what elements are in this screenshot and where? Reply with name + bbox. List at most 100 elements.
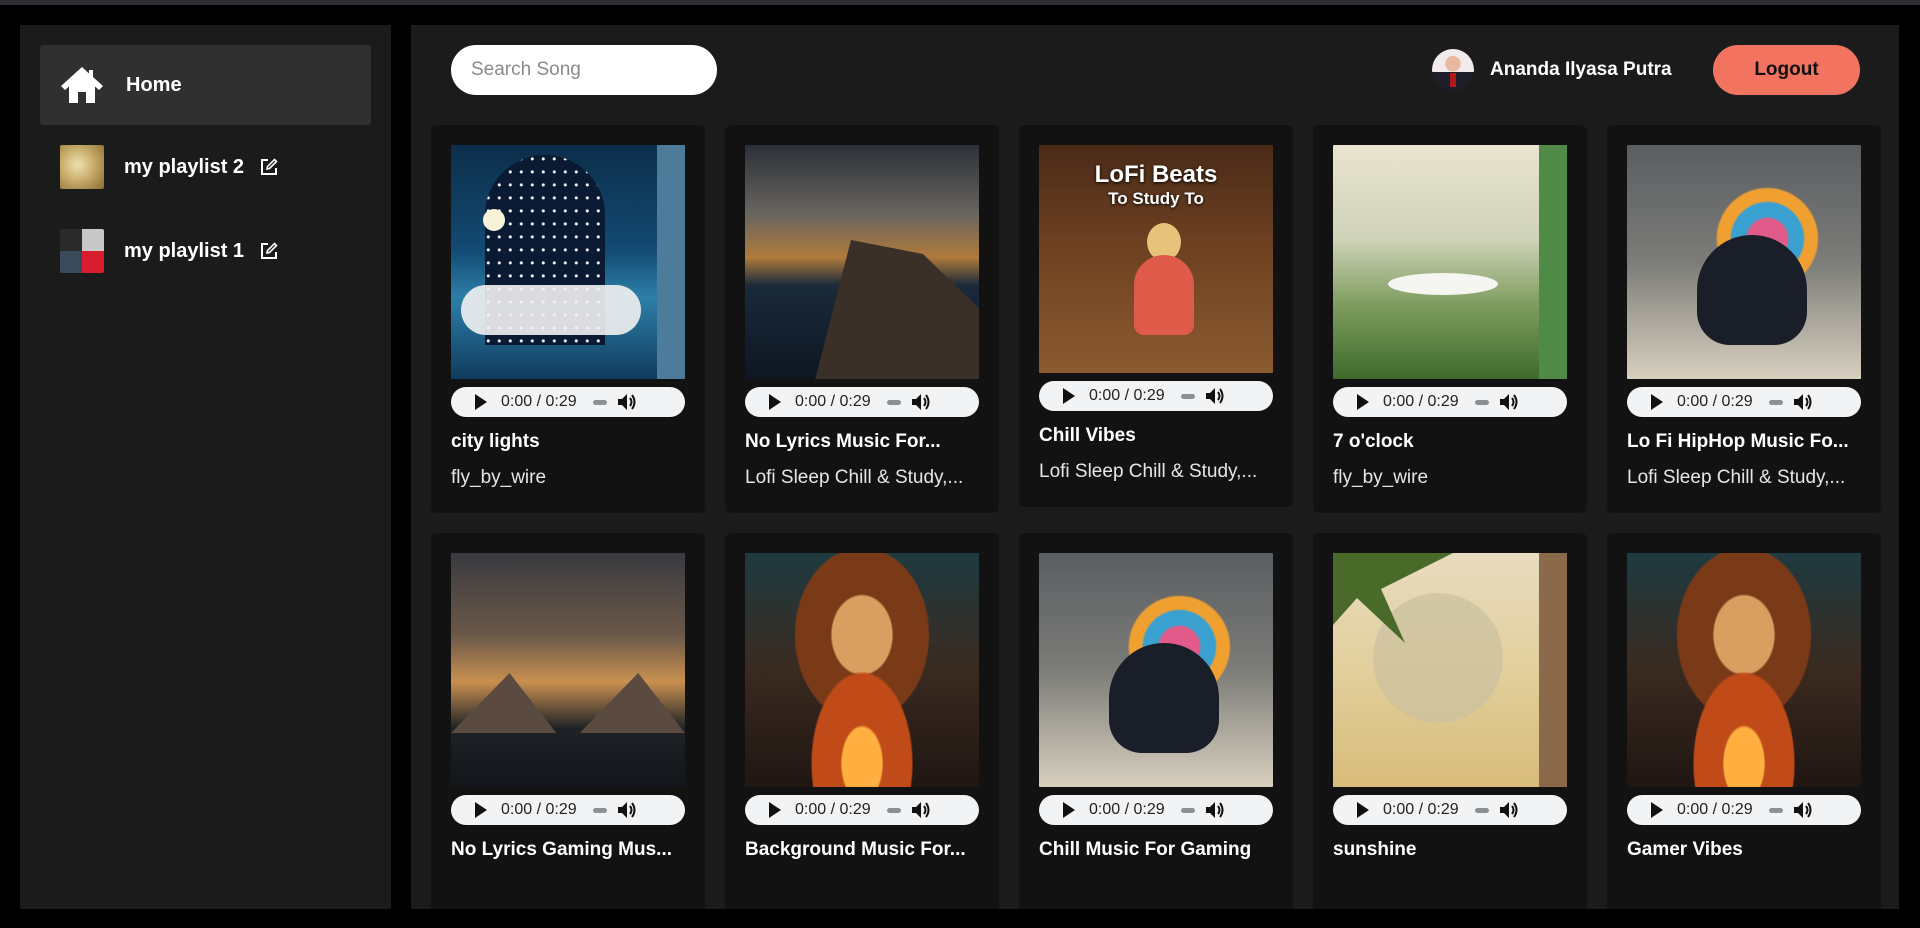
playlist-label: my playlist 1 <box>124 239 245 262</box>
audio-time: 0:00 / 0:29 <box>501 393 577 410</box>
audio-player[interactable]: 0:00 / 0:29 <box>451 387 685 417</box>
audio-progress[interactable] <box>1180 807 1195 813</box>
play-icon[interactable] <box>475 394 487 410</box>
sidebar-item-playlist[interactable]: my playlist 2 <box>40 125 371 209</box>
album-cover <box>1333 553 1567 787</box>
audio-progress[interactable] <box>1768 399 1783 405</box>
audio-player[interactable]: 0:00 / 0:29 <box>1039 381 1273 411</box>
song-title: Chill Vibes <box>1039 425 1136 446</box>
album-cover <box>1333 145 1567 379</box>
volume-icon[interactable] <box>1793 393 1813 411</box>
song-artist: fly_by_wire <box>451 467 547 488</box>
playlist-thumbnail <box>60 145 104 189</box>
song-title: No Lyrics Music For... <box>745 431 941 452</box>
volume-icon[interactable] <box>617 801 637 819</box>
search-input[interactable] <box>451 45 717 95</box>
volume-icon[interactable] <box>1205 387 1225 405</box>
song-card[interactable]: 0:00 / 0:29 city lights fly_by_wire <box>431 125 705 513</box>
audio-player[interactable]: 0:00 / 0:29 <box>1627 387 1861 417</box>
volume-icon[interactable] <box>1205 801 1225 819</box>
album-cover <box>1039 553 1273 787</box>
avatar <box>1432 49 1474 91</box>
playlist-label: my playlist 2 <box>124 155 245 178</box>
song-artist: Lofi Sleep Chill & Study,... <box>1627 467 1846 488</box>
collage-tile <box>82 251 104 273</box>
song-title: Gamer Vibes <box>1627 839 1743 860</box>
play-icon[interactable] <box>1357 394 1369 410</box>
album-cover <box>1627 553 1861 787</box>
sidebar-item-home[interactable]: Home <box>40 45 371 125</box>
song-card[interactable]: 0:00 / 0:29 sunshine <box>1313 533 1587 909</box>
album-cover <box>745 553 979 787</box>
audio-progress[interactable] <box>1180 393 1195 399</box>
audio-time: 0:00 / 0:29 <box>1677 801 1753 818</box>
volume-icon[interactable] <box>911 393 931 411</box>
play-icon[interactable] <box>769 394 781 410</box>
audio-player[interactable]: 0:00 / 0:29 <box>1039 795 1273 825</box>
audio-progress[interactable] <box>592 807 607 813</box>
audio-player[interactable]: 0:00 / 0:29 <box>745 795 979 825</box>
song-card[interactable]: LoFi Beats To Study To 0:00 / 0:29 Chill… <box>1019 125 1293 507</box>
album-cover <box>451 145 685 379</box>
audio-progress[interactable] <box>592 399 607 405</box>
audio-player[interactable]: 0:00 / 0:29 <box>451 795 685 825</box>
audio-progress[interactable] <box>1474 807 1489 813</box>
audio-time: 0:00 / 0:29 <box>1383 801 1459 818</box>
cover-figure <box>1134 255 1194 335</box>
audio-player[interactable]: 0:00 / 0:29 <box>1333 795 1567 825</box>
play-icon[interactable] <box>769 802 781 818</box>
play-icon[interactable] <box>1063 802 1075 818</box>
song-title: Chill Music For Gaming <box>1039 839 1252 860</box>
audio-progress[interactable] <box>886 807 901 813</box>
song-card[interactable]: 0:00 / 0:29 No Lyrics Music For... Lofi … <box>725 125 999 513</box>
audio-time: 0:00 / 0:29 <box>795 393 871 410</box>
song-card[interactable]: 0:00 / 0:29 Background Music For... <box>725 533 999 909</box>
playlist-thumbnail <box>60 229 104 273</box>
edit-icon[interactable] <box>260 242 278 260</box>
home-icon <box>61 67 103 103</box>
cover-palm <box>1333 553 1453 643</box>
collage-tile <box>82 229 104 251</box>
sidebar: Home my playlist 2 my playlist 1 <box>20 25 391 909</box>
logout-button[interactable]: Logout <box>1713 45 1860 95</box>
volume-icon[interactable] <box>617 393 637 411</box>
volume-icon[interactable] <box>1499 801 1519 819</box>
song-card[interactable]: 0:00 / 0:29 Lo Fi HipHop Music Fo... Lof… <box>1607 125 1881 513</box>
audio-progress[interactable] <box>1768 807 1783 813</box>
audio-player[interactable]: 0:00 / 0:29 <box>1627 795 1861 825</box>
song-card[interactable]: 0:00 / 0:29 No Lyrics Gaming Mus... <box>431 533 705 909</box>
edit-icon[interactable] <box>260 158 278 176</box>
window-top-border <box>0 0 1920 5</box>
audio-time: 0:00 / 0:29 <box>1089 801 1165 818</box>
song-artist: Lofi Sleep Chill & Study,... <box>745 467 964 488</box>
play-icon[interactable] <box>1651 802 1663 818</box>
audio-player[interactable]: 0:00 / 0:29 <box>745 387 979 417</box>
audio-progress[interactable] <box>886 399 901 405</box>
play-icon[interactable] <box>475 802 487 818</box>
collage-tile <box>60 251 82 273</box>
song-artist: Lofi Sleep Chill & Study,... <box>1039 461 1258 482</box>
volume-icon[interactable] <box>1499 393 1519 411</box>
cover-cloud <box>461 285 641 335</box>
sidebar-item-label: Home <box>126 73 182 96</box>
audio-time: 0:00 / 0:29 <box>1383 393 1459 410</box>
song-card[interactable]: 0:00 / 0:29 7 o'clock fly_by_wire <box>1313 125 1587 513</box>
album-cover <box>1627 145 1861 379</box>
play-icon[interactable] <box>1651 394 1663 410</box>
song-title: No Lyrics Gaming Mus... <box>451 839 673 860</box>
audio-player[interactable]: 0:00 / 0:29 <box>1333 387 1567 417</box>
play-icon[interactable] <box>1357 802 1369 818</box>
audio-progress[interactable] <box>1474 399 1489 405</box>
album-cover: LoFi Beats To Study To <box>1039 145 1273 373</box>
volume-icon[interactable] <box>911 801 931 819</box>
audio-time: 0:00 / 0:29 <box>1677 393 1753 410</box>
song-card[interactable]: 0:00 / 0:29 Gamer Vibes <box>1607 533 1881 909</box>
play-icon[interactable] <box>1063 388 1075 404</box>
album-cover <box>451 553 685 787</box>
collage-tile <box>60 229 82 251</box>
song-card[interactable]: 0:00 / 0:29 Chill Music For Gaming <box>1019 533 1293 909</box>
volume-icon[interactable] <box>1793 801 1813 819</box>
song-title: city lights <box>451 431 540 452</box>
sidebar-item-playlist[interactable]: my playlist 1 <box>40 209 371 293</box>
user-name: Ananda Ilyasa Putra <box>1490 59 1672 80</box>
